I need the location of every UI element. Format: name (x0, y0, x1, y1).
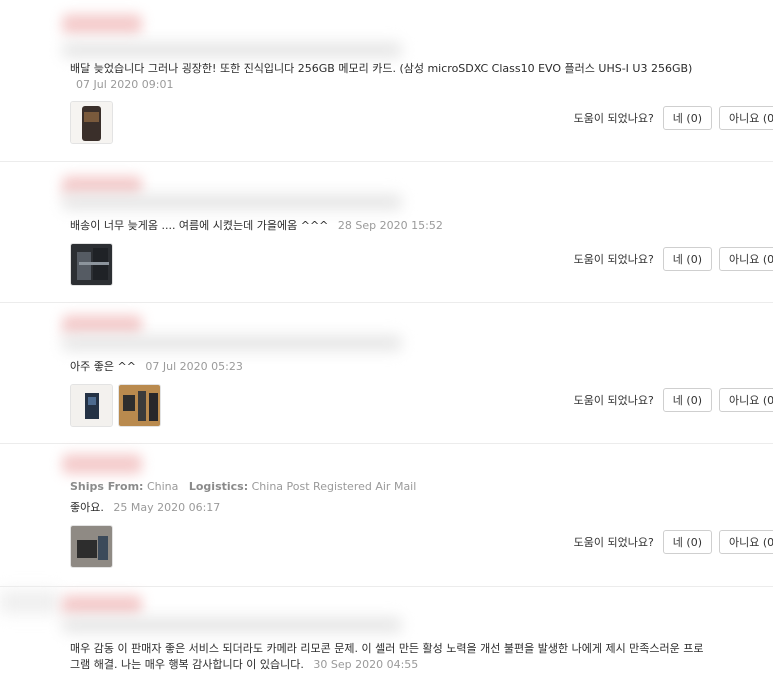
helpful-label: 도움이 되었나요? (573, 112, 654, 125)
review-item: Ships From: China Logistics: China Post … (0, 444, 773, 587)
review-meta-blurred (62, 194, 402, 210)
review-text: 매우 감동 이 판매자 좋은 서비스 되더라도 카메라 리모콘 문제. 이 셀러… (70, 641, 710, 673)
review-meta-blurred (62, 335, 402, 351)
review-date: 07 Jul 2020 09:01 (76, 78, 174, 91)
reviewer-name-blurred (62, 315, 142, 335)
review-date: 30 Sep 2020 04:55 (313, 658, 419, 671)
reviewer-name-blurred (62, 454, 142, 474)
reviewer-name-blurred (62, 595, 142, 615)
helpful-vote: 도움이 되었나요? 네 (0) 아니요 (0) (574, 106, 773, 130)
review-photo[interactable] (70, 243, 113, 286)
review-body: 배송이 너무 늦게옴 .... 여름에 시켰는데 가을에옴 ^^^ (70, 219, 329, 232)
review-photo[interactable] (118, 384, 161, 427)
review-date: 07 Jul 2020 05:23 (145, 360, 243, 373)
review-photo[interactable] (70, 384, 113, 427)
review-item: 배송이 너무 늦게옴 .... 여름에 시켰는데 가을에옴 ^^^ 28 Sep… (0, 162, 773, 303)
review-item: 아주 좋은 ^^ 07 Jul 2020 05:23 도움이 되었나요? 네 (… (0, 303, 773, 444)
helpful-vote: 도움이 되었나요? 네 (0) 아니요 (0) (574, 530, 773, 554)
helpful-yes-button[interactable]: 네 (0) (662, 388, 712, 412)
helpful-no-button[interactable]: 아니요 (0) (719, 106, 773, 130)
helpful-no-button[interactable]: 아니요 (0) (719, 247, 773, 271)
helpful-vote: 도움이 되었나요? 네 (0) 아니요 (0) (574, 388, 773, 412)
reviewer-name-blurred (62, 176, 142, 196)
review-photo[interactable] (70, 525, 113, 568)
helpful-no-button[interactable]: 아니요 (0) (719, 530, 773, 554)
review-photo[interactable] (70, 101, 113, 144)
review-text: 배송이 너무 늦게옴 .... 여름에 시켰는데 가을에옴 ^^^ 28 Sep… (70, 218, 710, 234)
helpful-label: 도움이 되었나요? (573, 253, 654, 266)
logistics-label: Logistics: (188, 480, 249, 493)
shipping-meta: Ships From: China Logistics: China Post … (70, 480, 416, 494)
helpful-label: 도움이 되었나요? (573, 536, 654, 549)
review-photos (70, 384, 161, 427)
review-text: 좋아요. 25 May 2020 06:17 (70, 500, 710, 516)
review-item: 매우 감동 이 판매자 좋은 서비스 되더라도 카메라 리모콘 문제. 이 셀러… (0, 587, 773, 683)
review-photos (70, 101, 113, 144)
review-body: 아주 좋은 ^^ (70, 360, 136, 373)
helpful-vote: 도움이 되었나요? 네 (0) 아니요 (0) (574, 247, 773, 271)
review-body: 배달 늦었습니다 그러나 굉장한! 또한 진식입니다 256GB 메모리 카드.… (70, 62, 693, 75)
review-date: 28 Sep 2020 15:52 (337, 219, 443, 232)
reviewer-name-blurred (62, 14, 142, 34)
helpful-yes-button[interactable]: 네 (0) (662, 247, 712, 271)
ships-from-label: Ships From: (70, 480, 144, 493)
review-body: 좋아요. (70, 501, 104, 514)
review-item: 배달 늦었습니다 그러나 굉장한! 또한 진식입니다 256GB 메모리 카드.… (0, 0, 773, 162)
helpful-yes-button[interactable]: 네 (0) (662, 106, 712, 130)
review-date: 25 May 2020 06:17 (113, 501, 221, 514)
review-meta-blurred (62, 617, 402, 633)
review-text: 아주 좋은 ^^ 07 Jul 2020 05:23 (70, 359, 710, 375)
helpful-no-button[interactable]: 아니요 (0) (719, 388, 773, 412)
review-photos (70, 525, 113, 568)
review-text: 배달 늦었습니다 그러나 굉장한! 또한 진식입니다 256GB 메모리 카드.… (70, 61, 710, 93)
ships-from-value: China (146, 480, 179, 493)
helpful-label: 도움이 되었나요? (573, 394, 654, 407)
logistics-value: China Post Registered Air Mail (251, 480, 417, 493)
review-meta-blurred (62, 42, 402, 58)
blurred-region (0, 591, 60, 613)
helpful-yes-button[interactable]: 네 (0) (662, 530, 712, 554)
review-photos (70, 243, 113, 286)
